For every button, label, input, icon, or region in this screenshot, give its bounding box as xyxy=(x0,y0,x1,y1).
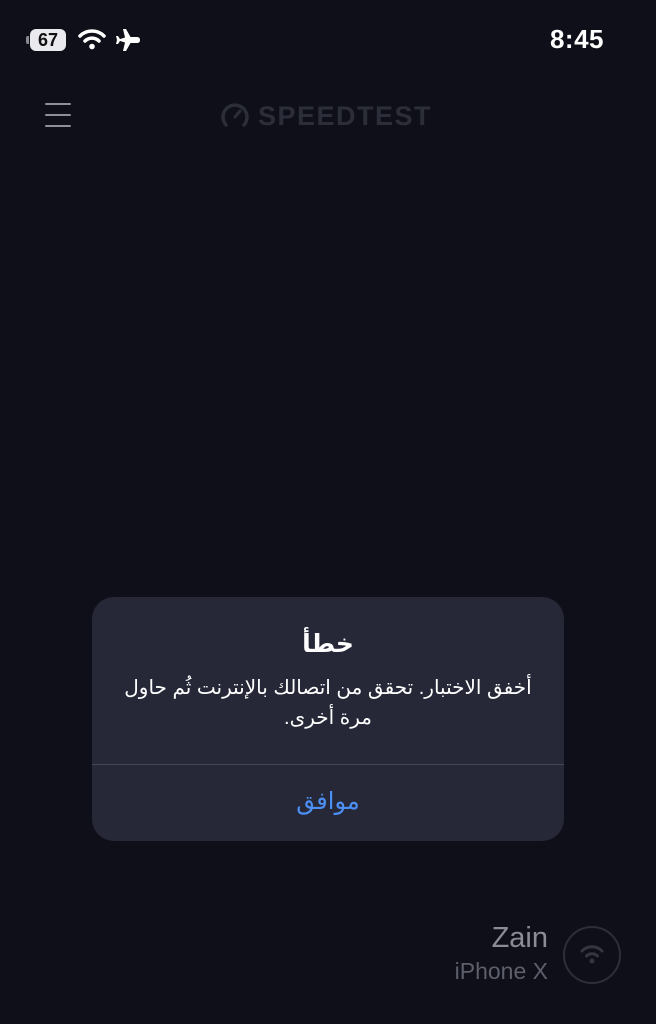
battery-icon: 67 xyxy=(26,29,68,51)
menu-line xyxy=(45,125,71,127)
menu-line xyxy=(45,114,71,116)
airplane-mode-icon xyxy=(116,29,140,51)
hamburger-menu-icon[interactable] xyxy=(45,101,71,129)
alert-message: أخفق الاختبار. تحقق من اتصالك بالإنترنت … xyxy=(124,677,532,729)
device-name: iPhone X xyxy=(454,958,548,984)
battery-nub xyxy=(26,36,29,44)
status-bar: 67 8:45 xyxy=(0,22,656,62)
speedtest-logo: SPEEDTEST xyxy=(220,100,432,132)
provider-info: Zain iPhone X xyxy=(455,920,548,986)
wifi-icon xyxy=(580,945,604,964)
connection-type-button[interactable] xyxy=(563,926,621,984)
brand-name: SPEEDTEST xyxy=(258,100,433,131)
wifi-status-icon xyxy=(78,29,106,50)
provider-name: Zain xyxy=(491,922,548,954)
ok-button[interactable]: موافق xyxy=(92,765,564,841)
error-alert-dialog: خطأ أخفق الاختبار. تحقق من اتصالك بالإنت… xyxy=(92,597,564,841)
speedtest-screen: 67 8:45 SPEEDTEST خطأ أخفق الاختبار. تحق… xyxy=(0,0,656,1024)
gauge-icon xyxy=(221,103,249,127)
alert-title: خطأ xyxy=(302,630,354,658)
battery-level: 67 xyxy=(30,29,66,51)
status-time: 8:45 xyxy=(549,24,604,54)
menu-line xyxy=(45,103,71,105)
